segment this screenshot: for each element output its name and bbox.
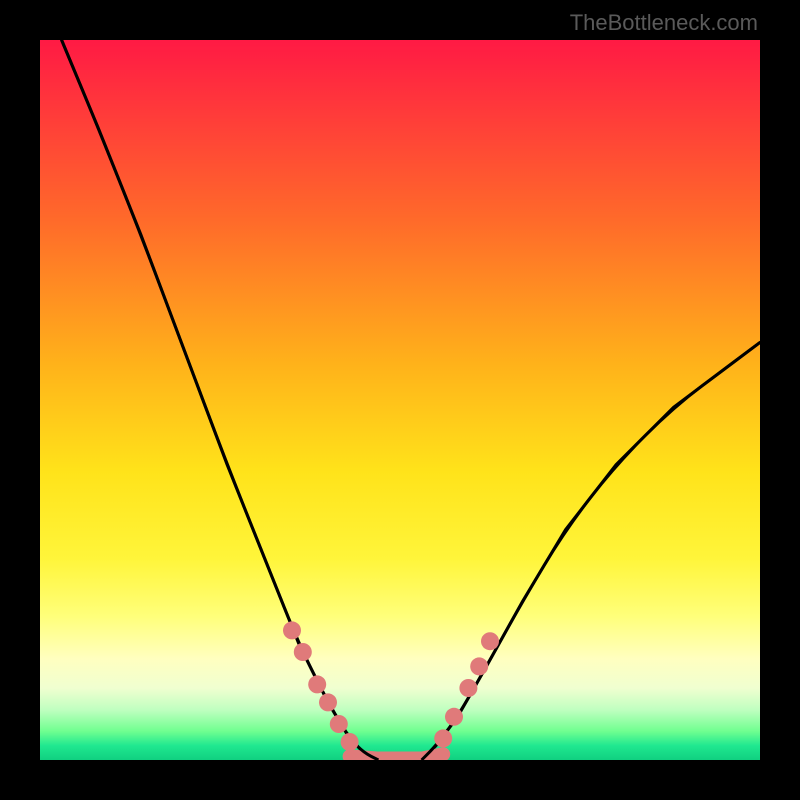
chart-markers [283, 621, 499, 751]
marker-markers-left-0 [283, 621, 301, 639]
marker-markers-left-5 [341, 733, 359, 751]
series-bottom-flat [350, 754, 444, 758]
chart-svg [40, 40, 760, 760]
marker-markers-left-4 [330, 715, 348, 733]
marker-markers-right-0 [434, 729, 452, 747]
marker-markers-right-3 [470, 657, 488, 675]
chart-plot-area [40, 40, 760, 760]
series-bottleneck-curve-right [422, 342, 760, 760]
marker-markers-left-2 [308, 675, 326, 693]
marker-markers-right-1 [445, 708, 463, 726]
watermark-text: TheBottleneck.com [570, 10, 758, 36]
series-smooth-bottleneck-curve-right [422, 342, 760, 760]
marker-markers-right-4 [481, 632, 499, 650]
marker-markers-left-3 [319, 693, 337, 711]
series-bottleneck-curve-left [62, 40, 379, 760]
marker-markers-left-1 [294, 643, 312, 661]
chart-lines [62, 40, 760, 760]
marker-markers-right-2 [459, 679, 477, 697]
series-smooth-bottleneck-curve-left [62, 40, 379, 760]
